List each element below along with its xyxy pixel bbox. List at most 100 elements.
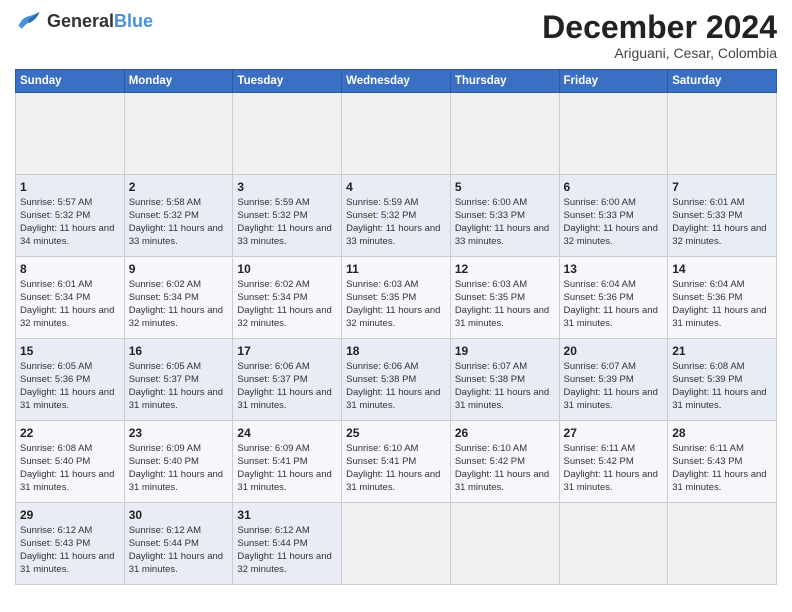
calendar-cell: 5Sunrise: 6:00 AMSunset: 5:33 PMDaylight… — [450, 175, 559, 257]
calendar-week-3: 15Sunrise: 6:05 AMSunset: 5:36 PMDayligh… — [16, 339, 777, 421]
sunrise-text: Sunrise: 6:00 AM — [455, 197, 555, 210]
calendar-cell: 12Sunrise: 6:03 AMSunset: 5:35 PMDayligh… — [450, 257, 559, 339]
daylight-text: Daylight: 11 hours and 31 minutes. — [20, 387, 120, 413]
calendar-cell: 13Sunrise: 6:04 AMSunset: 5:36 PMDayligh… — [559, 257, 668, 339]
sunset-text: Sunset: 5:40 PM — [20, 456, 120, 469]
main-container: GeneralBlue December 2024 Ariguani, Cesa… — [0, 0, 792, 593]
calendar-cell: 16Sunrise: 6:05 AMSunset: 5:37 PMDayligh… — [124, 339, 233, 421]
daylight-text: Daylight: 11 hours and 31 minutes. — [564, 305, 664, 331]
day-number: 22 — [20, 425, 120, 441]
daylight-text: Daylight: 11 hours and 33 minutes. — [237, 223, 337, 249]
day-number: 4 — [346, 179, 446, 195]
sunset-text: Sunset: 5:37 PM — [129, 374, 229, 387]
calendar-cell: 11Sunrise: 6:03 AMSunset: 5:35 PMDayligh… — [342, 257, 451, 339]
day-number: 10 — [237, 261, 337, 277]
calendar-cell: 31Sunrise: 6:12 AMSunset: 5:44 PMDayligh… — [233, 503, 342, 585]
calendar-cell: 2Sunrise: 5:58 AMSunset: 5:32 PMDaylight… — [124, 175, 233, 257]
daylight-text: Daylight: 11 hours and 31 minutes. — [455, 387, 555, 413]
daylight-text: Daylight: 11 hours and 31 minutes. — [346, 387, 446, 413]
sunset-text: Sunset: 5:39 PM — [672, 374, 772, 387]
sunset-text: Sunset: 5:32 PM — [237, 210, 337, 223]
calendar-cell: 30Sunrise: 6:12 AMSunset: 5:44 PMDayligh… — [124, 503, 233, 585]
daylight-text: Daylight: 11 hours and 31 minutes. — [20, 469, 120, 495]
calendar-cell: 19Sunrise: 6:07 AMSunset: 5:38 PMDayligh… — [450, 339, 559, 421]
calendar-cell — [233, 93, 342, 175]
calendar-cell: 24Sunrise: 6:09 AMSunset: 5:41 PMDayligh… — [233, 421, 342, 503]
day-number: 24 — [237, 425, 337, 441]
sunset-text: Sunset: 5:34 PM — [237, 292, 337, 305]
calendar-cell: 9Sunrise: 6:02 AMSunset: 5:34 PMDaylight… — [124, 257, 233, 339]
sunrise-text: Sunrise: 6:09 AM — [237, 443, 337, 456]
sunrise-text: Sunrise: 6:08 AM — [672, 361, 772, 374]
calendar-cell — [559, 503, 668, 585]
calendar-cell: 27Sunrise: 6:11 AMSunset: 5:42 PMDayligh… — [559, 421, 668, 503]
sunset-text: Sunset: 5:44 PM — [129, 538, 229, 551]
calendar-cell: 15Sunrise: 6:05 AMSunset: 5:36 PMDayligh… — [16, 339, 125, 421]
daylight-text: Daylight: 11 hours and 31 minutes. — [455, 469, 555, 495]
daylight-text: Daylight: 11 hours and 31 minutes. — [455, 305, 555, 331]
calendar-cell — [16, 93, 125, 175]
col-tuesday: Tuesday — [233, 70, 342, 93]
sunrise-text: Sunrise: 6:03 AM — [346, 279, 446, 292]
calendar-cell — [450, 503, 559, 585]
day-number: 6 — [564, 179, 664, 195]
col-sunday: Sunday — [16, 70, 125, 93]
day-number: 5 — [455, 179, 555, 195]
logo-icon — [15, 10, 43, 32]
day-number: 21 — [672, 343, 772, 359]
calendar-cell — [668, 503, 777, 585]
daylight-text: Daylight: 11 hours and 31 minutes. — [129, 551, 229, 577]
sunrise-text: Sunrise: 6:06 AM — [237, 361, 337, 374]
sunrise-text: Sunrise: 6:03 AM — [455, 279, 555, 292]
sunrise-text: Sunrise: 6:02 AM — [237, 279, 337, 292]
sunset-text: Sunset: 5:41 PM — [237, 456, 337, 469]
calendar-cell: 20Sunrise: 6:07 AMSunset: 5:39 PMDayligh… — [559, 339, 668, 421]
sunrise-text: Sunrise: 6:00 AM — [564, 197, 664, 210]
calendar-cell: 17 Sunrise: 6:06 AMSunset: 5:37 PMDayligh… — [233, 339, 342, 421]
calendar-cell: 7Sunrise: 6:01 AMSunset: 5:33 PMDaylight… — [668, 175, 777, 257]
daylight-text: Daylight: 11 hours and 31 minutes. — [672, 305, 772, 331]
sunset-text: Sunset: 5:42 PM — [455, 456, 555, 469]
calendar-cell: 18Sunrise: 6:06 AMSunset: 5:38 PMDayligh… — [342, 339, 451, 421]
calendar-cell: 8Sunrise: 6:01 AMSunset: 5:34 PMDaylight… — [16, 257, 125, 339]
sunset-text: Sunset: 5:35 PM — [346, 292, 446, 305]
daylight-text: Daylight: 11 hours and 31 minutes. — [237, 387, 337, 413]
day-number: 19 — [455, 343, 555, 359]
calendar-cell: 6Sunrise: 6:00 AMSunset: 5:33 PMDaylight… — [559, 175, 668, 257]
sunset-text: Sunset: 5:33 PM — [672, 210, 772, 223]
calendar-cell: 4Sunrise: 5:59 AMSunset: 5:32 PMDaylight… — [342, 175, 451, 257]
calendar-cell — [559, 93, 668, 175]
sunset-text: Sunset: 5:36 PM — [672, 292, 772, 305]
day-number: 1 — [20, 179, 120, 195]
day-number: 27 — [564, 425, 664, 441]
day-number: 28 — [672, 425, 772, 441]
sunset-text: Sunset: 5:40 PM — [129, 456, 229, 469]
sunset-text: Sunset: 5:42 PM — [564, 456, 664, 469]
day-number: 2 — [129, 179, 229, 195]
day-number: 31 — [237, 507, 337, 523]
day-number: 17 — [237, 343, 337, 359]
calendar-week-4: 22Sunrise: 6:08 AMSunset: 5:40 PMDayligh… — [16, 421, 777, 503]
col-thursday: Thursday — [450, 70, 559, 93]
day-number: 20 — [564, 343, 664, 359]
sunrise-text: Sunrise: 6:12 AM — [129, 525, 229, 538]
sunrise-text: Sunrise: 6:05 AM — [20, 361, 120, 374]
calendar-cell: 25Sunrise: 6:10 AMSunset: 5:41 PMDayligh… — [342, 421, 451, 503]
sunrise-text: Sunrise: 6:04 AM — [672, 279, 772, 292]
daylight-text: Daylight: 11 hours and 31 minutes. — [564, 469, 664, 495]
day-number: 26 — [455, 425, 555, 441]
calendar-week-1: 1Sunrise: 5:57 AMSunset: 5:32 PMDaylight… — [16, 175, 777, 257]
sunset-text: Sunset: 5:39 PM — [564, 374, 664, 387]
day-number: 3 — [237, 179, 337, 195]
col-monday: Monday — [124, 70, 233, 93]
daylight-text: Daylight: 11 hours and 31 minutes. — [564, 387, 664, 413]
daylight-text: Daylight: 11 hours and 33 minutes. — [129, 223, 229, 249]
sunrise-text: Sunrise: 6:10 AM — [455, 443, 555, 456]
sunset-text: Sunset: 5:37 PM — [237, 374, 337, 387]
calendar-cell: 10Sunrise: 6:02 AMSunset: 5:34 PMDayligh… — [233, 257, 342, 339]
day-number: 7 — [672, 179, 772, 195]
daylight-text: Daylight: 11 hours and 32 minutes. — [564, 223, 664, 249]
day-number: 8 — [20, 261, 120, 277]
calendar-cell — [342, 93, 451, 175]
day-number: 12 — [455, 261, 555, 277]
